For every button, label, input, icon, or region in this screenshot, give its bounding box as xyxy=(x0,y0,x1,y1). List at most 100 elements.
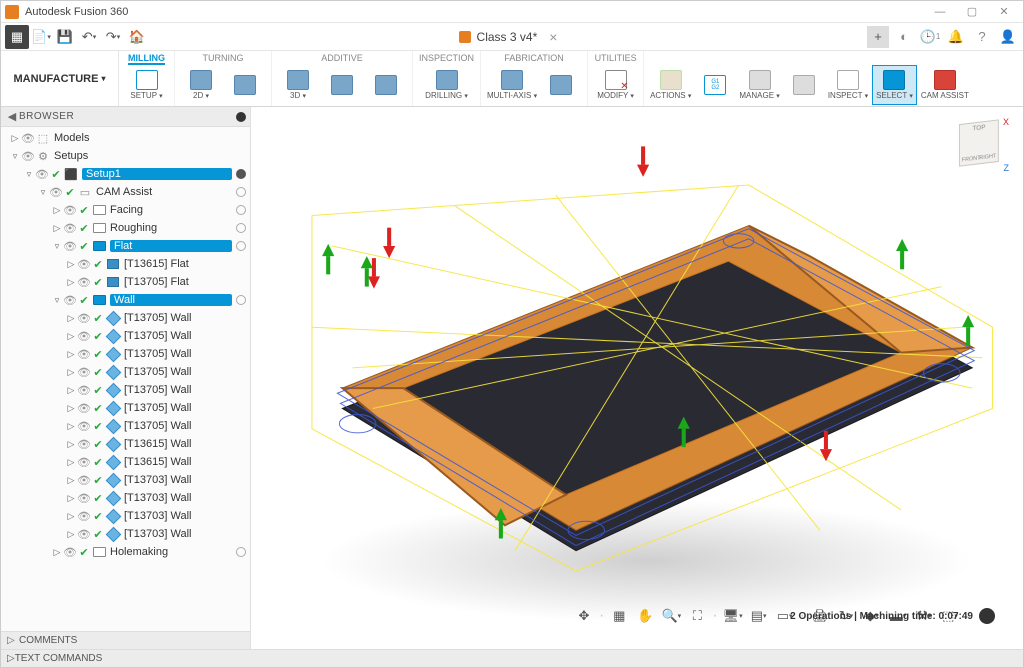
visibility-icon[interactable]: 👁 xyxy=(77,348,91,361)
browser-tree[interactable]: ▷👁⬚Models▿👁⚙Setups▿👁✔⬛Setup1▿👁✔▭CAM Assi… xyxy=(1,127,250,631)
close-button[interactable]: ✕ xyxy=(989,3,1019,21)
document-tab[interactable]: Class 3 v4* × xyxy=(149,29,867,45)
visibility-icon[interactable]: 👁 xyxy=(77,474,91,487)
ribbon-tab-turning[interactable]: TURNING 2D ▾ xyxy=(175,51,272,106)
cam-assist-button[interactable]: CAM ASSIST xyxy=(921,65,969,105)
drilling-button[interactable]: DRILLING ▾ xyxy=(425,65,468,105)
new-tab-button[interactable]: + xyxy=(867,26,889,48)
ribbon-tab-fabrication[interactable]: FABRICATION MULTI-AXIS ▾ xyxy=(481,51,588,106)
visibility-icon[interactable]: 👁 xyxy=(63,294,77,307)
tree-node[interactable]: ▿👁✔Wall xyxy=(1,291,250,309)
ribbon-tab-utilities[interactable]: UTILITIES ✕MODIFY ▾ xyxy=(588,51,644,106)
tree-node[interactable]: ▷👁✔[T13705] Wall xyxy=(1,417,250,435)
tree-twisty-icon[interactable]: ▷ xyxy=(65,493,77,504)
tree-node[interactable]: ▿👁✔⬛Setup1 xyxy=(1,165,250,183)
ribbon-tab-milling[interactable]: MILLING SETUP ▾ xyxy=(119,51,175,106)
visibility-icon[interactable]: 👁 xyxy=(77,258,91,271)
zoom-button[interactable]: 🔍▾ xyxy=(660,605,682,627)
manage-button[interactable]: MANAGE ▾ xyxy=(739,65,779,105)
tree-node[interactable]: ▷👁✔[T13705] Wall xyxy=(1,345,250,363)
browser-header[interactable]: ◀ BROWSER xyxy=(1,107,250,127)
status-ring-icon[interactable] xyxy=(236,547,246,557)
tree-twisty-icon[interactable]: ▷ xyxy=(9,133,21,144)
tree-twisty-icon[interactable]: ▿ xyxy=(23,169,35,180)
status-ring-icon[interactable] xyxy=(236,205,246,215)
file-menu[interactable]: 📄▾ xyxy=(29,25,53,49)
tree-twisty-icon[interactable]: ▷ xyxy=(65,511,77,522)
3d-button[interactable]: 3D ▾ xyxy=(278,65,318,105)
3d-extra-icon2[interactable] xyxy=(366,65,406,105)
home-button[interactable]: 🏠 xyxy=(125,25,149,49)
ribbon-tab-additive[interactable]: ADDITIVE 3D ▾ xyxy=(272,51,413,106)
visibility-icon[interactable]: 👁 xyxy=(63,546,77,559)
2d-extra-icon[interactable] xyxy=(225,65,265,105)
visibility-icon[interactable]: 👁 xyxy=(21,150,35,163)
visibility-icon[interactable]: 👁 xyxy=(21,132,35,145)
tree-node[interactable]: ▷👁✔Roughing xyxy=(1,219,250,237)
tree-twisty-icon[interactable]: ▷ xyxy=(65,475,77,486)
tree-twisty-icon[interactable]: ▿ xyxy=(51,295,63,306)
viewport-canvas[interactable]: X TOP FRONT RIGHT Z xyxy=(251,107,1023,649)
visibility-icon[interactable]: 👁 xyxy=(77,438,91,451)
help-button[interactable]: ? xyxy=(971,26,993,48)
modify-button[interactable]: ✕MODIFY ▾ xyxy=(596,65,636,105)
visibility-icon[interactable]: 👁 xyxy=(35,168,49,181)
status-ring-icon[interactable] xyxy=(236,223,246,233)
visibility-icon[interactable]: 👁 xyxy=(77,420,91,433)
tree-node[interactable]: ▷👁⬚Models xyxy=(1,129,250,147)
maximize-button[interactable]: ▢ xyxy=(957,3,987,21)
tree-twisty-icon[interactable]: ▿ xyxy=(9,151,21,162)
comments-expand-icon[interactable]: ▷ xyxy=(7,635,19,646)
undo-button[interactable]: ↶▾ xyxy=(77,25,101,49)
tree-twisty-icon[interactable]: ▷ xyxy=(65,331,77,342)
browser-collapse-icon[interactable]: ◀ xyxy=(5,110,19,123)
tree-twisty-icon[interactable]: ▿ xyxy=(51,241,63,252)
notifications-button[interactable]: 🔔 xyxy=(945,26,967,48)
look-at-button[interactable]: ▦ xyxy=(608,605,630,627)
tree-node[interactable]: ▿👁✔Flat xyxy=(1,237,250,255)
visibility-icon[interactable]: 👁 xyxy=(77,402,91,415)
tree-node[interactable]: ▷👁✔[T13703] Wall xyxy=(1,471,250,489)
workspace-selector[interactable]: MANUFACTURE▾ xyxy=(1,51,119,106)
visibility-icon[interactable]: 👁 xyxy=(77,528,91,541)
tree-twisty-icon[interactable]: ▷ xyxy=(65,313,77,324)
tree-node[interactable]: ▿👁⚙Setups xyxy=(1,147,250,165)
tree-twisty-icon[interactable]: ▷ xyxy=(65,367,77,378)
tree-node[interactable]: ▷👁✔[T13615] Wall xyxy=(1,453,250,471)
tree-twisty-icon[interactable]: ▷ xyxy=(51,223,63,234)
visibility-icon[interactable]: 👁 xyxy=(77,384,91,397)
visibility-icon[interactable]: 👁 xyxy=(77,276,91,289)
multiaxis-extra-icon[interactable] xyxy=(541,65,581,105)
visibility-icon[interactable]: 👁 xyxy=(77,492,91,505)
tree-twisty-icon[interactable]: ▷ xyxy=(65,259,77,270)
status-ring-icon[interactable] xyxy=(236,241,246,251)
minimize-button[interactable]: — xyxy=(925,3,955,21)
tree-node[interactable]: ▷👁✔[T13703] Wall xyxy=(1,489,250,507)
tree-node[interactable]: ▷👁✔[T13615] Wall xyxy=(1,435,250,453)
visibility-icon[interactable]: 👁 xyxy=(77,510,91,523)
tree-twisty-icon[interactable]: ▷ xyxy=(65,439,77,450)
visibility-icon[interactable]: 👁 xyxy=(63,222,77,235)
tree-twisty-icon[interactable]: ▷ xyxy=(51,205,63,216)
tree-twisty-icon[interactable]: ▿ xyxy=(37,187,49,198)
tree-node[interactable]: ▷👁✔[T13705] Wall xyxy=(1,309,250,327)
browser-settings-icon[interactable] xyxy=(236,112,246,122)
visibility-icon[interactable]: 👁 xyxy=(49,186,63,199)
display-settings-button[interactable]: 🖥▾ xyxy=(722,605,744,627)
tab-close-button[interactable]: × xyxy=(549,29,557,45)
tree-twisty-icon[interactable]: ▷ xyxy=(65,349,77,360)
actions-nc-icon[interactable]: G1G2 xyxy=(695,65,735,105)
tree-twisty-icon[interactable]: ▷ xyxy=(65,529,77,540)
fit-button[interactable]: ⛶ xyxy=(686,605,708,627)
visibility-icon[interactable]: 👁 xyxy=(77,330,91,343)
tree-twisty-icon[interactable]: ▷ xyxy=(65,421,77,432)
tree-twisty-icon[interactable]: ▷ xyxy=(51,547,63,558)
select-button[interactable]: SELECT ▾ xyxy=(872,65,917,105)
view-cube-face[interactable]: TOP FRONT RIGHT xyxy=(959,119,999,166)
orbit-button[interactable]: ✥ xyxy=(573,605,595,627)
grid-settings-button[interactable]: ▤▾ xyxy=(748,605,770,627)
tree-twisty-icon[interactable]: ▷ xyxy=(65,385,77,396)
tree-node[interactable]: ▷👁✔[T13705] Wall xyxy=(1,363,250,381)
view-cube[interactable]: X TOP FRONT RIGHT Z xyxy=(951,115,1011,175)
tree-node[interactable]: ▷👁✔[T13705] Wall xyxy=(1,399,250,417)
